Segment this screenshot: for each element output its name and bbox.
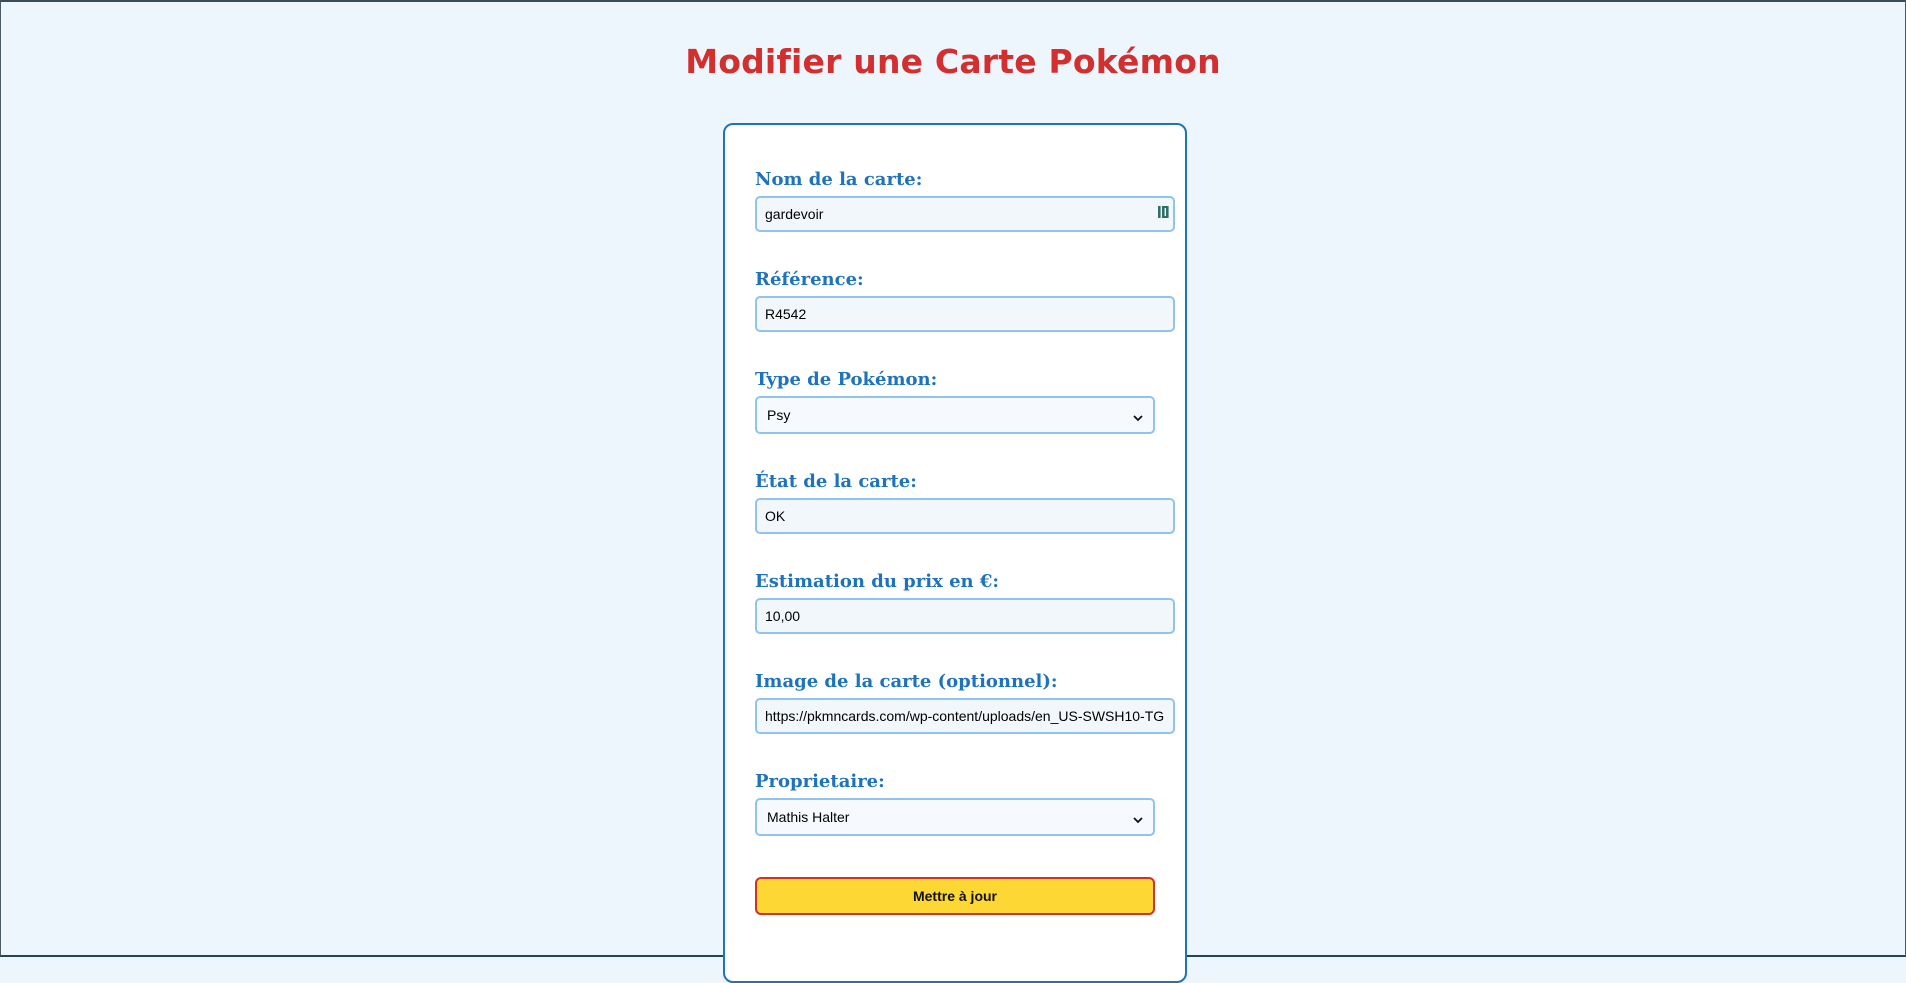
- price-estimate-label: Estimation du prix en €:: [755, 571, 1000, 592]
- card-condition-input[interactable]: [755, 498, 1175, 534]
- edit-card-form: Nom de la carte: Référence: Type de Poké…: [723, 123, 1187, 983]
- chevron-down-icon: [1133, 812, 1143, 824]
- card-name-label: Nom de la carte:: [755, 169, 923, 190]
- card-name-input[interactable]: [755, 196, 1175, 232]
- owner-select[interactable]: Mathis Halter: [755, 798, 1155, 836]
- card-image-label: Image de la carte (optionnel):: [755, 671, 1058, 692]
- pokemon-type-selected-value: Psy: [767, 407, 791, 423]
- reference-label: Référence:: [755, 269, 864, 290]
- owner-label: Proprietaire:: [755, 771, 885, 792]
- card-image-url-input[interactable]: [755, 698, 1175, 734]
- pokemon-type-label: Type de Pokémon:: [755, 369, 938, 390]
- owner-selected-value: Mathis Halter: [767, 809, 850, 825]
- card-condition-label: État de la carte:: [755, 471, 917, 492]
- password-manager-icon[interactable]: [1157, 204, 1171, 220]
- reference-input[interactable]: [755, 296, 1175, 332]
- page-title: Modifier une Carte Pokémon: [685, 42, 1221, 81]
- pokemon-type-select[interactable]: Psy: [755, 396, 1155, 434]
- update-button[interactable]: Mettre à jour: [755, 877, 1155, 915]
- price-estimate-input[interactable]: [755, 598, 1175, 634]
- chevron-down-icon: [1133, 410, 1143, 422]
